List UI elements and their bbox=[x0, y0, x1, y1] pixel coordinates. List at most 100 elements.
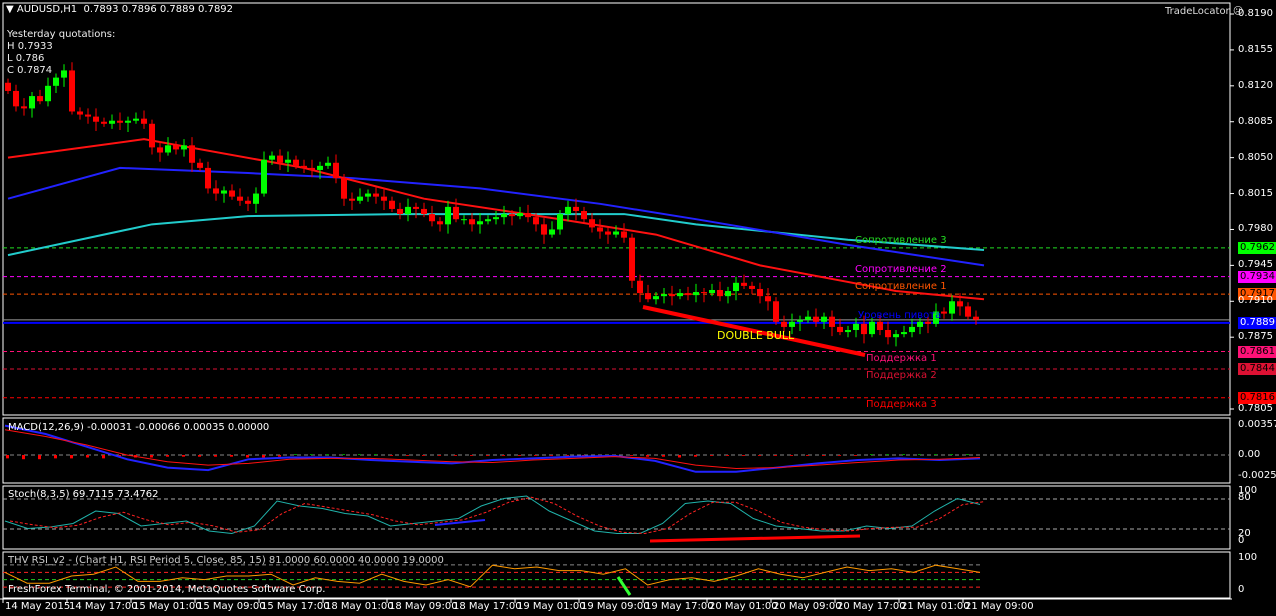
time-axis-label: 19 May 09:00 bbox=[581, 601, 650, 612]
candle-body bbox=[733, 282, 739, 292]
symbol-header[interactable]: ▼ AUDUSD,H1 0.7893 0.7896 0.7889 0.7892 bbox=[6, 4, 233, 16]
candle-body bbox=[581, 210, 587, 220]
candle-body bbox=[149, 123, 155, 148]
candle-body bbox=[869, 321, 875, 335]
candle-body bbox=[509, 214, 515, 217]
time-axis-label: 18 May 01:00 bbox=[325, 601, 394, 612]
macd-hist-bar bbox=[326, 454, 329, 455]
macd-hist-bar bbox=[934, 454, 937, 455]
rsi-axis-label: 100 bbox=[1238, 552, 1258, 563]
macd-hist-bar bbox=[470, 455, 473, 456]
candle-body bbox=[525, 213, 531, 218]
candle-body bbox=[29, 96, 35, 109]
candle-body bbox=[549, 229, 555, 235]
candle-body bbox=[629, 237, 635, 281]
candle-body bbox=[429, 214, 435, 222]
candle-body bbox=[253, 193, 259, 204]
time-axis-label: 21 May 09:00 bbox=[965, 601, 1034, 612]
macd-hist-bar bbox=[390, 455, 393, 456]
candle-body bbox=[805, 316, 811, 320]
time-axis-label: 20 May 01:00 bbox=[709, 601, 778, 612]
macd-hist-bar bbox=[182, 455, 185, 457]
candle-body bbox=[773, 301, 779, 322]
macd-hist-bar bbox=[854, 455, 857, 456]
macd-axis-label: 0.00357 bbox=[1238, 419, 1276, 430]
macd-hist-bar bbox=[790, 455, 793, 456]
candle-body bbox=[365, 193, 371, 197]
candle-body bbox=[133, 118, 139, 121]
rsi-label: THV RSI_v2 - (Chart H1, RSI Period 5, Cl… bbox=[8, 555, 444, 566]
candle-body bbox=[485, 219, 491, 222]
candle-body bbox=[685, 293, 691, 296]
candle-body bbox=[725, 291, 731, 297]
time-axis-label: 15 May 01:00 bbox=[133, 601, 202, 612]
macd-hist-bar bbox=[6, 455, 9, 459]
candle-body bbox=[893, 334, 899, 338]
candle-body bbox=[285, 159, 291, 163]
macd-hist-bar bbox=[294, 454, 297, 455]
candle-body bbox=[373, 193, 379, 197]
macd-hist-bar bbox=[678, 455, 681, 458]
candle-body bbox=[357, 196, 363, 201]
level-label: Сопротивление 2 bbox=[855, 263, 947, 275]
level-label: Сопротивление 3 bbox=[855, 234, 947, 246]
candle-body bbox=[349, 198, 355, 201]
candle-body bbox=[205, 167, 211, 189]
price-axis-label: 0.7805 bbox=[1238, 403, 1273, 414]
symbol-label: AUDUSD,H1 bbox=[16, 4, 78, 15]
macd-hist-bar bbox=[534, 455, 537, 456]
candle-body bbox=[125, 120, 131, 123]
macd-hist-bar bbox=[214, 455, 217, 457]
candle-body bbox=[213, 188, 219, 194]
time-axis-label: 20 May 17:00 bbox=[837, 601, 906, 612]
candle-body bbox=[117, 120, 123, 123]
candle-body bbox=[613, 231, 619, 235]
candle-body bbox=[453, 206, 459, 220]
macd-axis-label: 0.00 bbox=[1238, 449, 1261, 460]
macd-hist-bar bbox=[710, 455, 713, 456]
candle-body bbox=[445, 206, 451, 225]
rsi-axis-label: 0 bbox=[1238, 584, 1245, 595]
candle-body bbox=[861, 323, 867, 335]
macd-hist-bar bbox=[38, 455, 41, 460]
candle-body bbox=[973, 316, 979, 320]
candle-body bbox=[573, 206, 579, 211]
candle-body bbox=[837, 326, 843, 333]
candle-body bbox=[69, 70, 75, 112]
candle-body bbox=[389, 200, 395, 209]
candle-body bbox=[645, 293, 651, 300]
candle-body bbox=[229, 190, 235, 197]
collapse-triangle-icon[interactable]: ▼ bbox=[6, 4, 17, 15]
macd-hist-bar bbox=[262, 455, 265, 458]
candle-body bbox=[765, 296, 771, 302]
candle-body bbox=[493, 217, 499, 220]
candle-body bbox=[37, 96, 43, 102]
candle-body bbox=[541, 224, 547, 235]
candle-body bbox=[53, 77, 59, 86]
candle-body bbox=[165, 145, 171, 153]
stoch-label: Stoch(8,3,5) 69.7115 73.4762 bbox=[8, 489, 159, 500]
candle-body bbox=[533, 217, 539, 225]
yesterday-low: L 0.786 bbox=[7, 53, 45, 64]
candle-body bbox=[317, 165, 323, 170]
candle-body bbox=[877, 321, 883, 331]
price-axis-label: 0.8155 bbox=[1238, 43, 1273, 55]
candle-body bbox=[461, 219, 467, 221]
tradelocator-widget[interactable]: TradeLocator ☹ bbox=[1165, 6, 1243, 18]
price-axis-label: 0.8085 bbox=[1238, 115, 1273, 127]
macd-hist-bar bbox=[166, 455, 169, 457]
macd-hist-bar bbox=[886, 454, 889, 455]
candle-body bbox=[189, 145, 195, 163]
candle-body bbox=[957, 301, 963, 307]
price-tag: 0.7861 bbox=[1238, 345, 1276, 358]
chart-canvas[interactable] bbox=[0, 0, 1276, 616]
candle-body bbox=[397, 208, 403, 215]
candle-body bbox=[637, 280, 643, 294]
time-axis-label: 19 May 01:00 bbox=[517, 601, 586, 612]
macd-hist-bar bbox=[550, 455, 553, 456]
price-axis-label: 0.7945 bbox=[1238, 259, 1273, 271]
candle-body bbox=[925, 321, 931, 324]
macd-hist-bar bbox=[918, 454, 921, 455]
macd-hist-bar bbox=[774, 455, 777, 456]
candle-body bbox=[301, 165, 307, 168]
